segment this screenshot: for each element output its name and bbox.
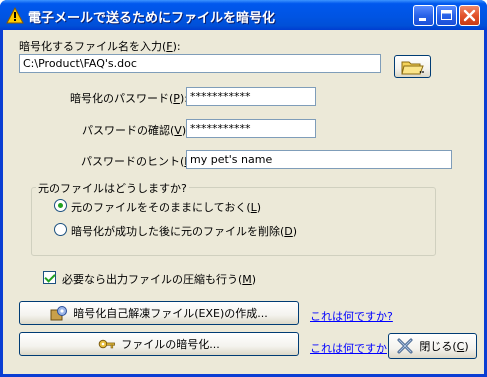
minimize-icon (419, 18, 426, 21)
what-is-this-link-2[interactable]: これは何ですか (310, 340, 387, 356)
what-is-this-link-1[interactable]: これは何ですか? (310, 308, 393, 324)
gear-package-icon (50, 306, 68, 321)
delete-original-radio[interactable] (54, 223, 67, 236)
maximize-icon (441, 10, 452, 20)
maximize-button[interactable] (436, 5, 457, 26)
key-icon (98, 339, 116, 349)
close-button-label: 閉じる(C) (419, 340, 469, 353)
compress-label[interactable]: 必要なら出力ファイルの圧縮も行う(M) (62, 271, 256, 287)
original-file-group (31, 187, 436, 256)
x-icon (397, 338, 413, 354)
file-path-input[interactable]: C:\Product\FAQ's.doc (19, 54, 381, 73)
title-bar[interactable]: 電子メールで送るためにファイルを暗号化 (0, 0, 487, 30)
confirm-label: パスワードの確認(V): (82, 124, 190, 137)
file-label: 暗号化するファイル名を入力(F): (19, 40, 181, 53)
create-self-extracting-button[interactable]: 暗号化自己解凍ファイル(EXE)の作成... (19, 301, 299, 325)
close-icon (463, 9, 476, 22)
create-self-extracting-label: 暗号化自己解凍ファイル(EXE)の作成... (73, 307, 268, 320)
compress-checkbox[interactable] (43, 271, 56, 284)
dialog-client: 暗号化するファイル名を入力(F): C:\Product\FAQ's.doc 暗… (3, 30, 484, 374)
close-button[interactable]: 閉じる(C) (388, 333, 477, 359)
keep-original-radio[interactable] (54, 199, 67, 212)
folder-icon (400, 61, 424, 74)
password-input[interactable]: *********** (186, 87, 316, 106)
confirm-password-input[interactable]: *********** (186, 119, 316, 138)
original-file-group-title: 元のファイルはどうしますか? (36, 180, 189, 196)
hint-label: パスワードのヒント(H): (81, 155, 201, 168)
keep-original-label[interactable]: 元のファイルをそのままにしておく(L) (71, 199, 261, 215)
minimize-button[interactable] (413, 5, 434, 26)
window-title: 電子メールで送るためにファイルを暗号化 (28, 11, 276, 26)
close-window-button[interactable] (459, 5, 480, 26)
encrypt-file-button[interactable]: ファイルの暗号化... (19, 332, 299, 356)
dialog-window: 電子メールで送るためにファイルを暗号化 暗号化するファイル名を入力(F): C:… (0, 0, 487, 377)
warning-triangle-icon (6, 7, 24, 24)
password-label: 暗号化のパスワード(P): (70, 92, 188, 105)
encrypt-file-label: ファイルの暗号化... (121, 338, 220, 351)
password-hint-input[interactable]: my pet's name (186, 150, 452, 169)
delete-original-label[interactable]: 暗号化が成功した後に元のファイルを削除(D) (71, 223, 297, 239)
browse-button[interactable] (394, 55, 431, 78)
